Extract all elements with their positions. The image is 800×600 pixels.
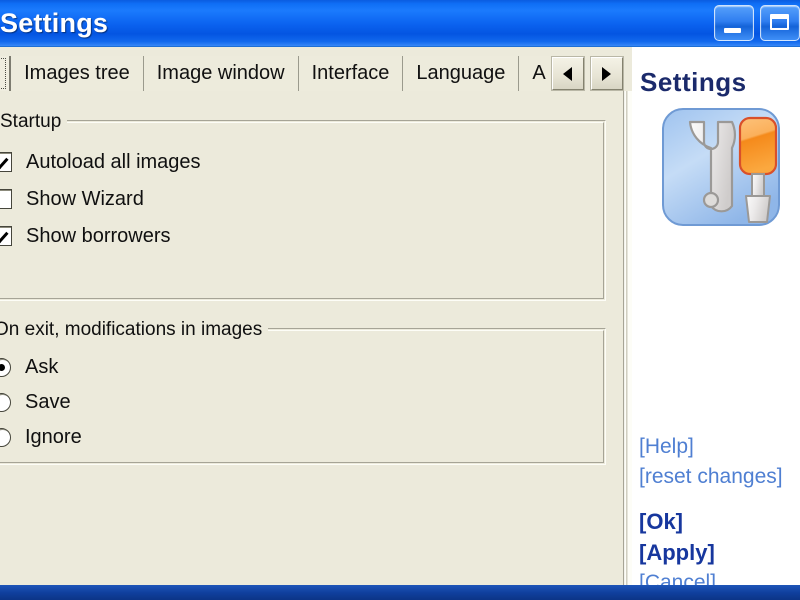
tab-scroll-right-button[interactable] [590,57,623,90]
radio-save[interactable]: Save [0,389,71,415]
group-on-exit: On exit, modifications in images Ask Sav… [0,319,606,465]
tab-language[interactable]: Language [403,56,520,91]
radio-icon-selected[interactable] [0,357,11,377]
tab-list: n Images tree Image window Interface Lan… [0,56,623,91]
sidebar-heading: Settings [640,67,747,97]
tab-advanced[interactable]: A [519,56,550,91]
title-bar[interactable]: Settings [0,0,800,47]
checkbox-autoload-all-images-label: Autoload all images [26,150,201,173]
ok-link[interactable]: [Ok] [639,506,800,537]
checkbox-show-borrowers[interactable]: Show borrowers [0,223,171,249]
chevron-right-icon [602,66,612,81]
checkbox-icon-checked[interactable] [0,152,12,172]
tab-scroll-left-button[interactable] [551,57,584,90]
tab-images-tree-label: Images tree [24,62,130,84]
help-link[interactable]: [Help] [639,432,800,462]
tab-interface-label: Interface [311,62,390,84]
minimize-icon [724,28,741,33]
maximize-icon [770,14,789,30]
settings-dialog-window: Settings n Images tree Image window Int [0,0,800,600]
checkbox-autoload-all-images[interactable]: Autoload all images [0,149,201,175]
panel-divider [621,91,632,585]
radio-ignore[interactable]: Ignore [0,424,82,450]
group-startup-title: Startup [0,111,68,133]
group-on-exit-body: Ask Save Ignore [0,349,606,465]
settings-content-panel: Startup Autoload all images Show Wizard … [0,91,621,585]
window-controls [714,5,800,41]
wrench-screwdriver-icon [660,106,782,228]
maximize-button[interactable] [760,5,800,41]
radio-icon-unselected[interactable] [0,427,11,447]
window-bottom-border [0,585,800,600]
tab-image-window[interactable]: Image window [143,56,299,91]
radio-ignore-label: Ignore [25,425,82,448]
radio-ask-label: Ask [25,355,59,378]
sidebar-action-links: [Help] [reset changes] [Ok] [Apply] [Can… [639,432,800,585]
group-startup: Startup Autoload all images Show Wizard … [0,111,606,301]
cancel-link[interactable]: [Cancel] [639,568,800,585]
checkbox-icon-checked[interactable] [0,226,12,246]
window-title: Settings [0,8,109,38]
tab-interface[interactable]: Interface [298,56,404,91]
group-startup-body: Autoload all images Show Wizard Show bor… [0,141,606,301]
tab-language-label: Language [416,62,506,84]
minimize-button[interactable] [714,5,754,41]
checkbox-icon-unchecked[interactable] [0,189,12,209]
tab-advanced-label: A [532,62,546,84]
checkbox-show-borrowers-label: Show borrowers [26,224,171,247]
sidebar-panel: Settings [Help] [reset changes] [Ok] [Ap… [632,47,800,585]
radio-ask[interactable]: Ask [0,354,58,380]
tab-focus-indicator [0,58,7,89]
tab-scroll-buttons [551,56,623,91]
tab-main[interactable]: n [0,56,12,91]
tab-images-tree[interactable]: Images tree [11,56,144,91]
apply-link[interactable]: [Apply] [639,537,800,568]
chevron-left-icon [563,66,573,81]
checkbox-show-wizard[interactable]: Show Wizard [0,186,144,212]
checkbox-show-wizard-label: Show Wizard [26,187,144,210]
reset-changes-link[interactable]: [reset changes] [639,462,800,492]
tab-image-window-label: Image window [156,62,285,84]
radio-save-label: Save [25,390,71,413]
group-on-exit-title: On exit, modifications in images [0,319,269,341]
radio-icon-unselected[interactable] [0,392,11,412]
